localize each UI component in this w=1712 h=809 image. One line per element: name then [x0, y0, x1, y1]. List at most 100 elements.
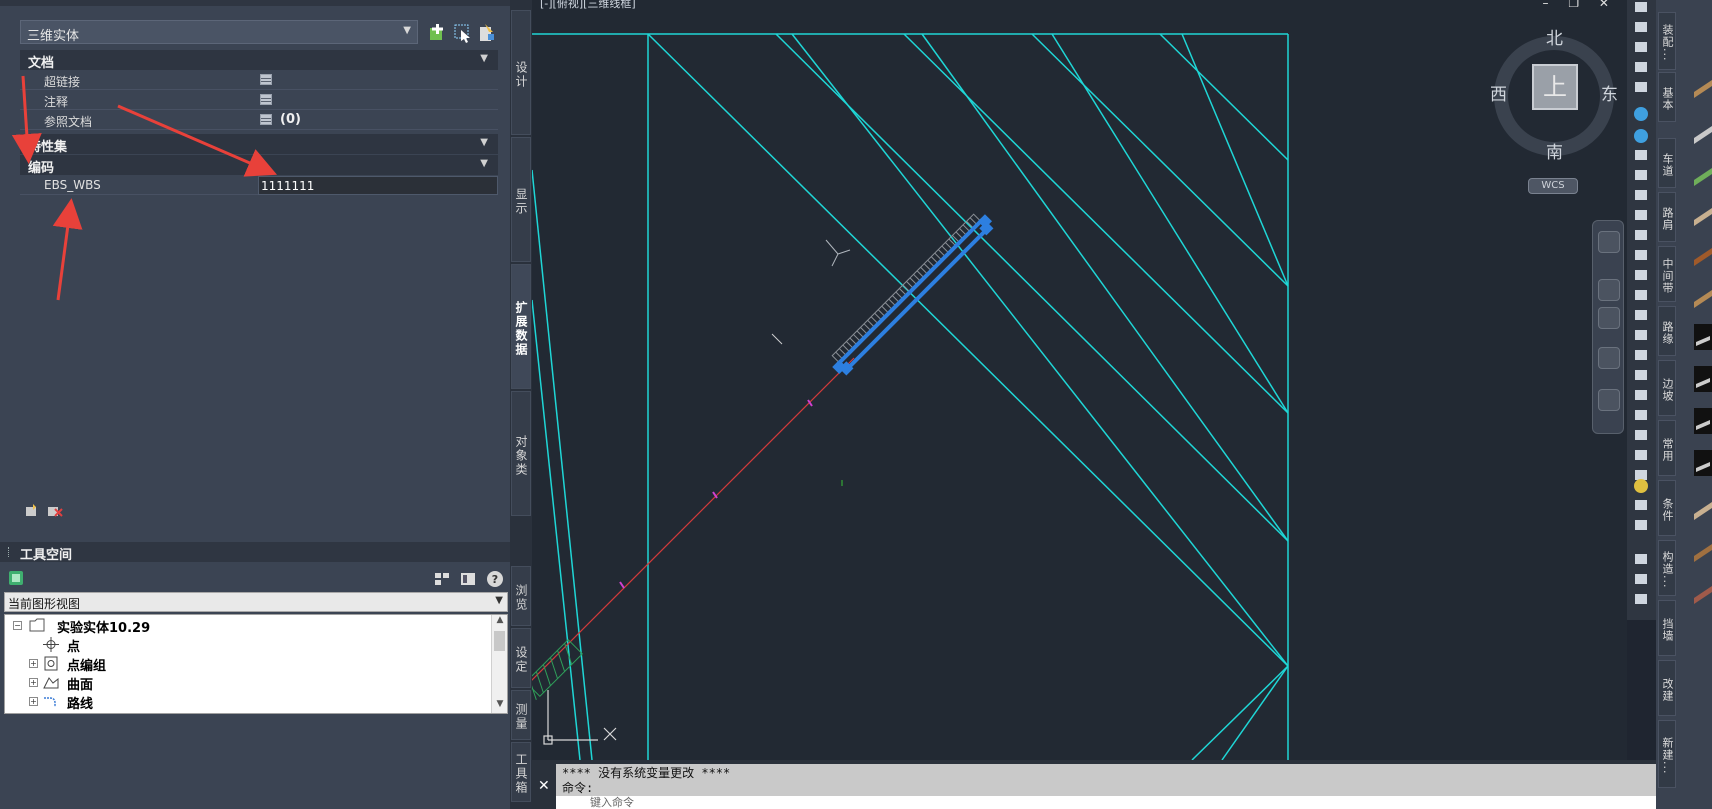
tool-icon[interactable]	[1635, 450, 1647, 460]
tool-icon[interactable]	[1635, 350, 1647, 360]
tree-node-point-groups[interactable]: + 点编组	[29, 655, 479, 674]
tab-extended-data[interactable]: 扩展数据	[511, 264, 531, 389]
remove-property-set-icon[interactable]	[48, 507, 63, 517]
wcs-menu[interactable]: WCS	[1528, 178, 1578, 194]
orbit-icon[interactable]	[1598, 347, 1620, 369]
tree-scrollbar[interactable]: ▲ ▼	[491, 615, 507, 713]
subassembly-thumbnail[interactable]	[1694, 366, 1712, 392]
prospector-icon[interactable]	[8, 570, 24, 586]
tool-icon[interactable]	[1634, 479, 1648, 493]
tab-survey[interactable]: 测量	[511, 690, 531, 740]
tool-icon[interactable]	[1635, 520, 1647, 530]
steering-wheel-icon[interactable]	[1598, 231, 1620, 253]
command-line-handle[interactable]: ✕	[532, 760, 556, 809]
compass-south[interactable]: 南	[1546, 138, 1563, 163]
subassembly-thumbnail[interactable]	[1694, 282, 1712, 308]
palette-tab-conditional[interactable]: 条件	[1658, 480, 1676, 536]
toolspace-title-bar[interactable]: 工具空间	[0, 542, 510, 563]
item-view-icon[interactable]	[434, 571, 450, 587]
tool-icon[interactable]	[1635, 82, 1647, 92]
view-cube-top-face[interactable]: 上	[1532, 64, 1578, 110]
subassembly-thumbnail[interactable]	[1694, 324, 1712, 350]
subassembly-thumbnail[interactable]	[1694, 578, 1712, 604]
tool-icon[interactable]	[1635, 290, 1647, 300]
close-icon[interactable]: ✕	[538, 778, 550, 794]
viewport-controls-label[interactable]: [-][俯视][三维线框]	[540, 0, 636, 11]
model-space-drawing[interactable]	[532, 0, 1627, 760]
palette-tab-rehab[interactable]: 改建	[1658, 660, 1676, 716]
subassembly-thumbnail[interactable]	[1694, 160, 1712, 186]
palette-tab-daylight[interactable]: 边坡	[1658, 360, 1676, 416]
compass-east[interactable]: 东	[1601, 80, 1618, 105]
subassembly-thumbnail[interactable]	[1694, 494, 1712, 520]
subassembly-thumbnail[interactable]	[1694, 450, 1712, 476]
tool-icon[interactable]	[1635, 170, 1647, 180]
tool-icon[interactable]	[1635, 22, 1647, 32]
expand-icon[interactable]: +	[29, 678, 38, 687]
zoom-extents-icon[interactable]	[1598, 307, 1620, 329]
tool-icon[interactable]	[1635, 42, 1647, 52]
subassembly-thumbnail[interactable]	[1694, 240, 1712, 266]
tree-node-drawing[interactable]: − 实验实体10.29	[13, 617, 483, 636]
view-cube[interactable]: 上 北 南 东 西 WCS	[1484, 22, 1624, 194]
subassembly-thumbnail[interactable]	[1694, 118, 1712, 144]
pan-icon[interactable]	[1598, 279, 1620, 301]
tool-icon[interactable]	[1635, 150, 1647, 160]
tool-icon[interactable]	[1635, 310, 1647, 320]
expand-icon[interactable]: +	[29, 659, 38, 668]
tab-settings[interactable]: 设定	[511, 628, 531, 688]
palette-tab-basic[interactable]: 基本	[1658, 72, 1676, 122]
tool-icon[interactable]	[1635, 500, 1647, 510]
help-icon[interactable]: ?	[486, 570, 504, 588]
tool-icon[interactable]	[1635, 250, 1647, 260]
tab-display[interactable]: 显示	[511, 137, 531, 262]
tool-icon[interactable]	[1635, 430, 1647, 440]
add-property-set-icon[interactable]	[26, 504, 36, 516]
palette-tab-generic[interactable]: 常用	[1658, 420, 1676, 476]
tab-design[interactable]: 设计	[511, 10, 531, 135]
tree-node-alignments[interactable]: + 路线	[29, 693, 479, 712]
subassembly-thumbnail[interactable]	[1694, 72, 1712, 98]
palette-tab-retaining-wall[interactable]: 挡墙	[1658, 600, 1676, 656]
compass-north[interactable]: 北	[1546, 24, 1563, 49]
tool-icon[interactable]	[1634, 129, 1648, 143]
tool-icon[interactable]	[1634, 107, 1648, 121]
tool-icon[interactable]	[1635, 210, 1647, 220]
tool-icon[interactable]	[1635, 62, 1647, 72]
tab-toolbox[interactable]: 工具箱	[511, 742, 531, 802]
tool-icon[interactable]	[1635, 390, 1647, 400]
grip-icon[interactable]	[8, 547, 11, 557]
palette-tab-new[interactable]: 新建...	[1658, 720, 1676, 788]
scroll-thumb[interactable]	[494, 631, 505, 651]
command-input[interactable]: 键入命令	[556, 796, 1656, 809]
drawing-viewport[interactable]: [-][俯视][三维线框] – ❐ ✕ 上 北 南 东 西 WCS	[532, 0, 1627, 760]
tool-icon[interactable]	[1635, 594, 1647, 604]
showmotion-icon[interactable]	[1598, 389, 1620, 411]
scroll-down-icon[interactable]: ▼	[492, 699, 508, 713]
subassembly-thumbnail[interactable]	[1694, 536, 1712, 562]
tool-icon[interactable]	[1635, 2, 1647, 12]
hatched-solid[interactable]	[532, 639, 583, 700]
scroll-up-icon[interactable]: ▲	[492, 615, 508, 629]
tool-icon[interactable]	[1635, 370, 1647, 380]
expand-icon[interactable]: +	[29, 697, 38, 706]
tool-icon[interactable]	[1635, 270, 1647, 280]
tool-icon[interactable]	[1635, 554, 1647, 564]
viewport-window-buttons[interactable]: – ❐ ✕	[1543, 0, 1617, 10]
palette-tab-lanes[interactable]: 车道	[1658, 138, 1676, 188]
tree-node-points[interactable]: 点	[31, 636, 481, 655]
tool-icon[interactable]	[1635, 330, 1647, 340]
tool-icon[interactable]	[1635, 410, 1647, 420]
palette-tab-assembly[interactable]: 装配...	[1658, 12, 1676, 70]
tab-object-class[interactable]: 对象类	[511, 391, 531, 516]
view-select[interactable]: 当前图形视图 ▼	[4, 592, 508, 612]
tool-icon[interactable]	[1635, 574, 1647, 584]
palette-tab-shoulders[interactable]: 路肩	[1658, 192, 1676, 242]
tool-icon[interactable]	[1635, 190, 1647, 200]
collapse-icon[interactable]: −	[13, 621, 22, 630]
tool-icon[interactable]	[1635, 230, 1647, 240]
subassembly-thumbnail[interactable]	[1694, 200, 1712, 226]
subassembly-thumbnail[interactable]	[1694, 408, 1712, 434]
palette-tab-curbs[interactable]: 路缘	[1658, 306, 1676, 356]
palette-tab-medians[interactable]: 中间带	[1658, 246, 1676, 302]
